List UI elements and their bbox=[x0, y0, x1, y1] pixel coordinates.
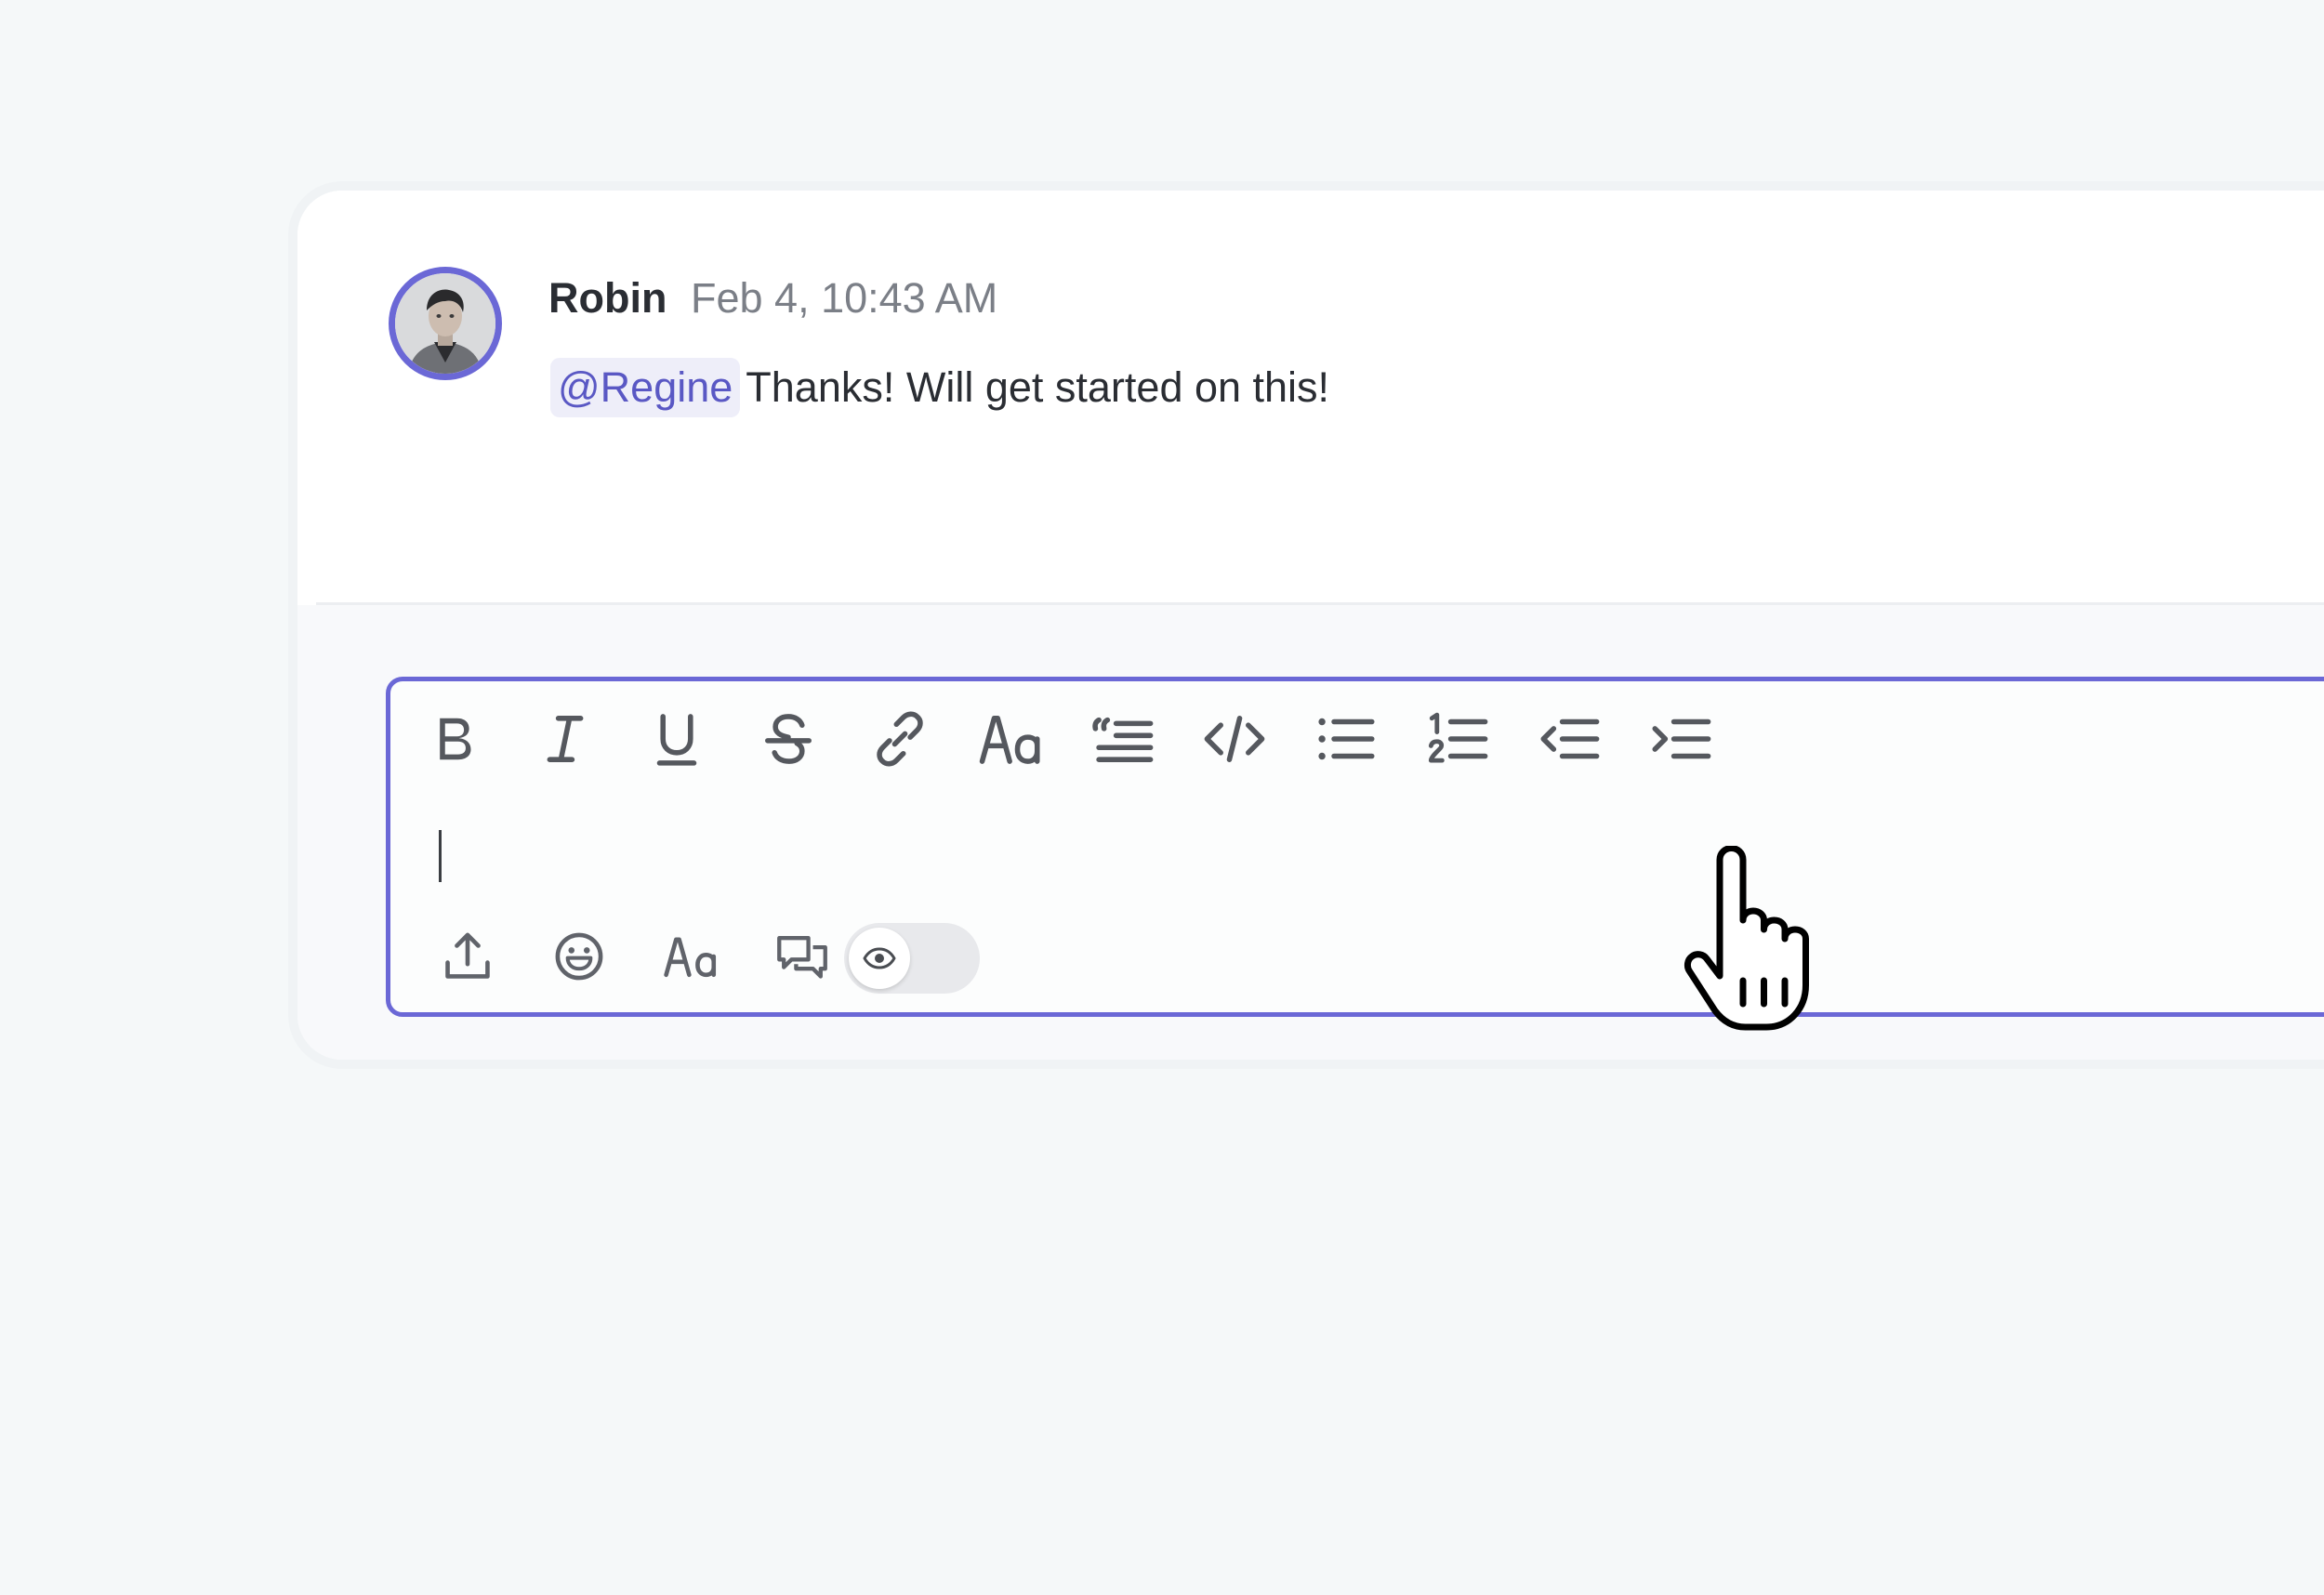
comment-author[interactable]: Robin bbox=[548, 274, 667, 323]
quote-button[interactable] bbox=[1086, 702, 1160, 776]
eye-icon bbox=[863, 947, 896, 969]
link-icon bbox=[877, 711, 923, 767]
indent-button[interactable] bbox=[1644, 702, 1718, 776]
font-size-icon bbox=[979, 716, 1040, 764]
visibility-toggle[interactable] bbox=[844, 923, 980, 994]
strikethrough-button[interactable] bbox=[751, 702, 825, 776]
font-size-button[interactable] bbox=[974, 702, 1049, 776]
comment-card: Robin Feb 4, 10:43 AM @Regine Thanks! Wil… bbox=[297, 191, 2324, 1060]
italic-icon bbox=[547, 716, 584, 762]
indent-icon bbox=[1652, 718, 1711, 759]
quote-icon bbox=[1092, 717, 1154, 762]
comments-button[interactable] bbox=[767, 921, 838, 992]
numbered-list-button[interactable] bbox=[1420, 702, 1495, 776]
text-format-button[interactable] bbox=[655, 921, 726, 992]
outdent-icon bbox=[1540, 718, 1600, 759]
bulleted-list-button[interactable] bbox=[1309, 702, 1383, 776]
code-icon bbox=[1204, 716, 1265, 762]
emoji-button[interactable] bbox=[544, 921, 614, 992]
comment-editor[interactable] bbox=[386, 677, 2324, 1017]
outdent-button[interactable] bbox=[1532, 702, 1606, 776]
bold-icon bbox=[440, 718, 471, 760]
underline-button[interactable] bbox=[640, 702, 714, 776]
toggle-knob bbox=[849, 928, 910, 989]
text-format-icon bbox=[664, 937, 717, 978]
hand-pointer-cursor bbox=[1684, 846, 1809, 1031]
numbered-list-icon bbox=[1428, 712, 1488, 763]
emoji-icon bbox=[555, 932, 603, 981]
code-button[interactable] bbox=[1197, 702, 1272, 776]
link-button[interactable] bbox=[863, 702, 937, 776]
avatar[interactable] bbox=[389, 267, 502, 380]
comment-timestamp: Feb 4, 10:43 AM bbox=[691, 274, 998, 322]
underline-icon bbox=[656, 714, 697, 766]
upload-icon bbox=[445, 932, 490, 979]
text-cursor bbox=[439, 830, 442, 882]
italic-button[interactable] bbox=[528, 702, 602, 776]
avatar-photo bbox=[395, 273, 495, 374]
upload-button[interactable] bbox=[432, 921, 503, 992]
strikethrough-icon bbox=[765, 714, 812, 764]
comment-message-area: Robin Feb 4, 10:43 AM @Regine Thanks! Wil… bbox=[297, 191, 2324, 602]
chat-bubbles-icon bbox=[777, 936, 827, 979]
bold-button[interactable] bbox=[416, 702, 491, 776]
bulleted-list-icon bbox=[1318, 718, 1375, 760]
comment-body: @Regine Thanks! Will get started on this! bbox=[550, 358, 1329, 417]
user-mention[interactable]: @Regine bbox=[550, 358, 741, 417]
comment-text: Thanks! Will get started on this! bbox=[746, 363, 1330, 411]
